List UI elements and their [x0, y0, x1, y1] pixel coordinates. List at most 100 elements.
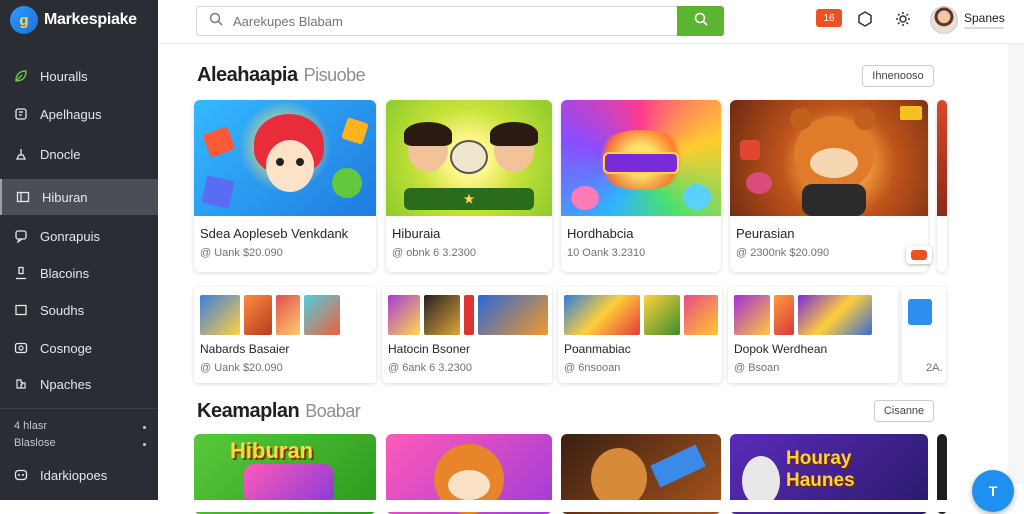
sidebar-item-label: Npaches — [40, 376, 92, 392]
hexagon-icon[interactable] — [856, 10, 874, 28]
sidebar-item-6[interactable]: Soudhs — [0, 292, 158, 328]
notification-badge[interactable]: 16 — [816, 9, 842, 27]
bundle-card[interactable]: Poanmabiac @ 6nsooan — [558, 287, 722, 383]
sidebar-divider — [0, 408, 158, 409]
sidebar-item-label: Apelhagus — [40, 106, 102, 122]
thumbnail — [244, 295, 272, 335]
sidebar-footer-text-1: 4 hlasr — [14, 420, 48, 432]
sidebar-item-label: Gonrapuis — [40, 228, 100, 244]
card-title: Dopok Werdhean — [734, 342, 828, 356]
bundle-thumbnails — [564, 295, 718, 335]
sidebar-item-label: Idarkiopoes — [40, 467, 108, 483]
puzzle-icon — [14, 377, 28, 391]
gamepad-icon — [14, 341, 28, 355]
bundle-card[interactable]: Dopok Werdhean @ Bsoan — [728, 287, 898, 383]
leaf-icon — [14, 69, 28, 83]
sidebar-footer-text-2: Blaslose — [14, 437, 56, 449]
sidebar-item-7[interactable]: Cosnoge — [0, 330, 158, 366]
banner-art-text: Hiburan — [230, 438, 314, 463]
game-card[interactable]: ★ Hiburaia @ obnk 6 3.2300 — [386, 100, 552, 272]
joystick-icon — [14, 147, 28, 161]
sidebar-item-2[interactable]: Dnocle — [0, 136, 158, 172]
search-input[interactable] — [233, 13, 613, 29]
search-box[interactable] — [196, 6, 678, 36]
banner-art — [244, 464, 334, 504]
book-icon — [14, 107, 28, 121]
bundle-thumbnails — [734, 295, 872, 335]
search-icon — [209, 12, 223, 31]
card-meta: @ Bsoan — [734, 362, 780, 374]
topbar: 16 Spanes — [158, 0, 1024, 44]
game-thumbnail: ★ — [386, 100, 552, 216]
card-title: Hiburaia — [392, 226, 441, 241]
thumbnail — [774, 295, 794, 335]
sidebar-item-footer[interactable]: Idarkiopoes — [0, 457, 158, 493]
sidebar-item-label: Blacoins — [40, 265, 90, 281]
card-meta: @ 2300nk $20.090 — [736, 247, 830, 259]
sidebar-item-3[interactable]: Hiburan — [0, 179, 158, 215]
banner-art — [650, 444, 706, 488]
sidebar-item-8[interactable]: Npaches — [0, 366, 158, 402]
game-thumbnail — [730, 100, 928, 216]
thumbnail — [644, 295, 680, 335]
bundle-card[interactable]: Nabards Basaier @ Uank $20.090 — [194, 287, 376, 383]
game-card[interactable]: Peurasian @ 2300nk $20.090 — [730, 100, 928, 272]
card-meta: @ 6ank 6 3.2300 — [388, 362, 472, 374]
card-meta: 2A. — [926, 362, 943, 374]
help-fab-button[interactable]: T — [972, 470, 1014, 512]
notification-chip[interactable] — [906, 246, 932, 264]
bundle-thumbnails — [200, 295, 340, 335]
thumbnail — [564, 295, 640, 335]
see-more-button[interactable]: Ihnenooso — [862, 65, 934, 87]
section-subtitle: Boabar — [305, 401, 361, 421]
game-thumbnail — [937, 100, 947, 216]
bottom-bar — [0, 500, 960, 512]
bundle-card-partial[interactable]: 2A. — [902, 287, 946, 383]
game-thumbnail — [194, 100, 376, 216]
game-card-partial[interactable] — [937, 100, 947, 272]
card-title: Poanmabiac — [564, 342, 631, 356]
search-icon — [694, 12, 708, 31]
brand[interactable]: g Markespiake — [10, 6, 137, 34]
sidebar: g Markespiake Houralls Apelhagus Dnocle … — [0, 0, 158, 512]
user-name-underline — [964, 27, 1004, 29]
card-meta: @ Uank $20.090 — [200, 247, 283, 259]
game-thumbnail — [561, 100, 721, 216]
thumbnail — [684, 295, 718, 335]
sidebar-item-5[interactable]: Blacoins — [0, 255, 158, 291]
banner-art — [591, 448, 647, 508]
card-title: Nabards Basaier — [200, 342, 290, 356]
brand-logo-icon: g — [10, 6, 38, 34]
section-title-text: Aleahaapia — [197, 64, 298, 86]
section-title: Aleahaapia Pisuobe — [197, 64, 366, 87]
game-card[interactable]: Hordhabcia 10 Oank 3.2310 — [561, 100, 721, 272]
user-name[interactable]: Spanes — [964, 11, 1005, 25]
bundle-thumbnails — [388, 295, 548, 335]
avatar[interactable] — [930, 6, 958, 34]
scrollbar[interactable] — [1008, 44, 1024, 484]
card-title: Hordhabcia — [567, 226, 634, 241]
sidebar-item-4[interactable]: Gonrapuis — [0, 218, 158, 254]
settings-icon[interactable] — [894, 10, 912, 28]
sidebar-item-1[interactable]: Apelhagus — [0, 96, 158, 132]
dot-icon — [143, 443, 146, 446]
search-button[interactable] — [677, 6, 724, 36]
bundle-card[interactable]: Hatocin Bsoner @ 6ank 6 3.2300 — [382, 287, 552, 383]
section-title: Keamaplan Boabar — [197, 400, 361, 423]
thumbnail — [798, 295, 872, 335]
gamepad-icon — [14, 468, 28, 482]
thumbnail — [478, 295, 548, 335]
game-card[interactable]: Sdea Aopleseb Venkdank @ Uank $20.090 — [194, 100, 376, 272]
card-meta: @ obnk 6 3.2300 — [392, 247, 476, 259]
card-meta: @ Uank $20.090 — [200, 362, 283, 374]
window-icon — [16, 190, 30, 204]
see-more-button[interactable]: Cisanne — [874, 400, 934, 422]
sidebar-item-label: Houralls — [40, 68, 88, 84]
chip-icon — [911, 250, 927, 260]
thumbnail — [424, 295, 460, 335]
card-meta: 10 Oank 3.2310 — [567, 247, 646, 259]
square-icon — [14, 303, 28, 317]
person-icon — [14, 266, 28, 280]
sidebar-item-0[interactable]: Houralls — [0, 58, 158, 94]
card-title: Hatocin Bsoner — [388, 342, 471, 356]
